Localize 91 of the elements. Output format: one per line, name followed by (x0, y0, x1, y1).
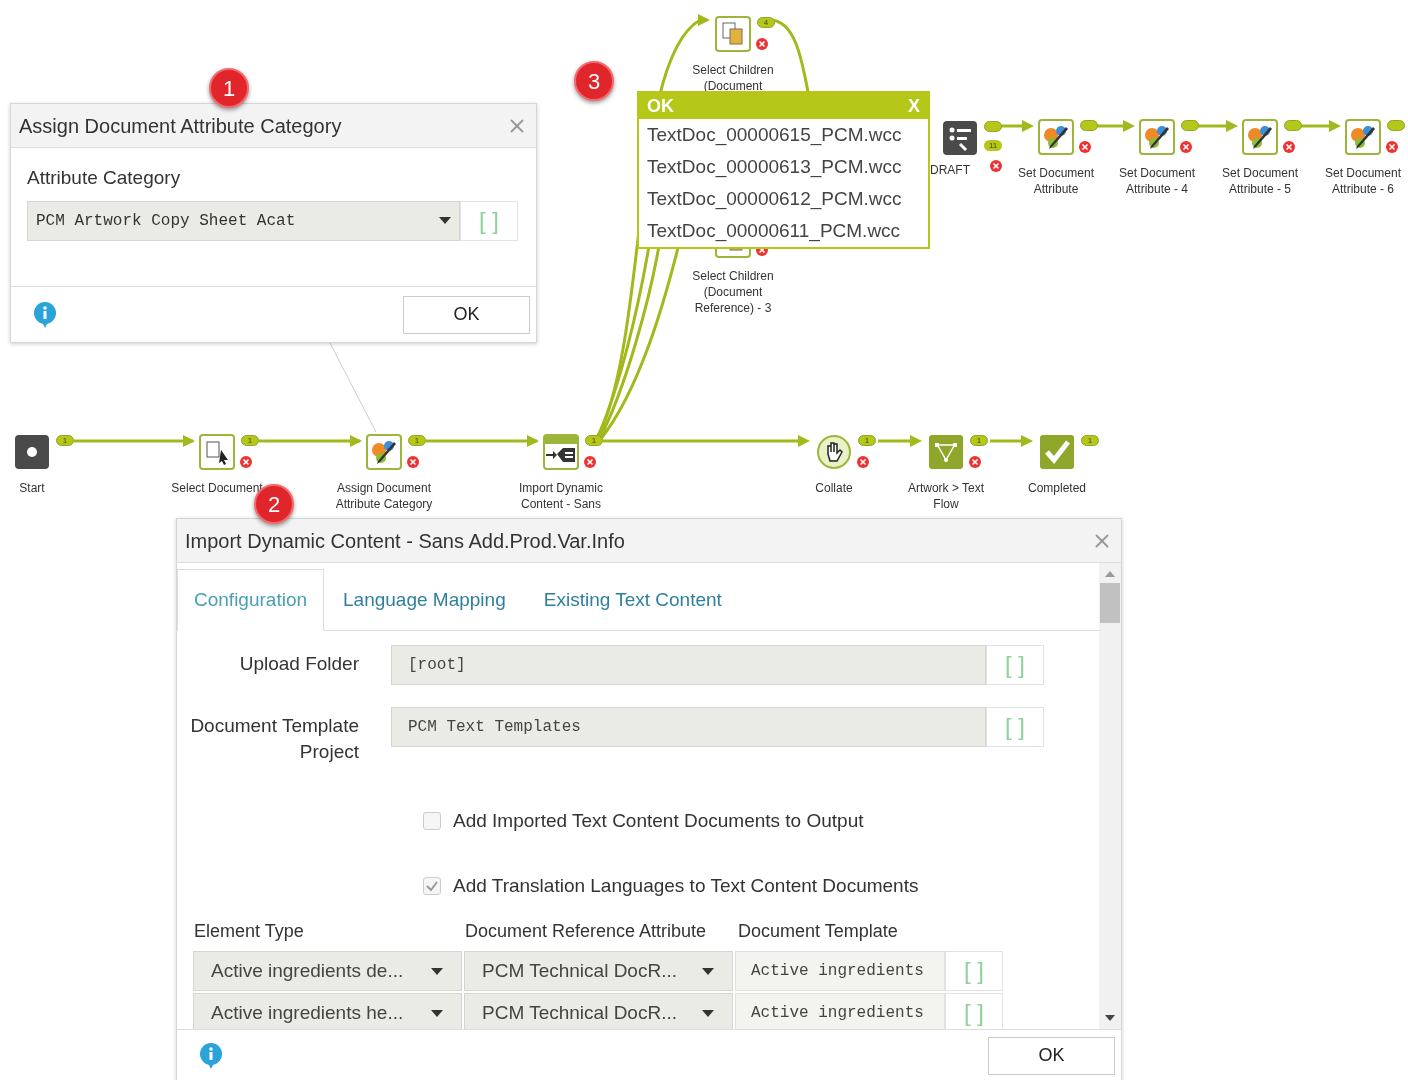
palette-pencil-icon[interactable] (1139, 119, 1175, 155)
node-label: DRAFT (930, 162, 970, 178)
node-label: Select Children (Document Reference) - 3 (691, 268, 775, 316)
output-port[interactable] (1387, 120, 1405, 131)
hand-icon[interactable] (816, 434, 852, 470)
result-item[interactable]: TextDoc_00000612_PCM.wcc (639, 183, 928, 215)
node-label: Completed (1027, 480, 1087, 496)
result-item[interactable]: TextDoc_00000613_PCM.wcc (639, 151, 928, 183)
connector-arrow (1197, 120, 1238, 132)
checkmark-icon[interactable] (1039, 434, 1075, 470)
checkbox-label: Add Translation Languages to Text Content Documents (453, 873, 919, 898)
dropdown[interactable]: Active ingredients he... (193, 993, 462, 1029)
field-label: Upload Folder (238, 652, 360, 676)
count-pill: 11 (984, 140, 1003, 151)
scroll-up-icon[interactable] (1105, 571, 1115, 577)
output-port[interactable] (984, 121, 1002, 132)
caret-icon (431, 1009, 443, 1017)
output-port[interactable]: 1 (970, 435, 988, 446)
output-port[interactable]: 1 (241, 435, 259, 446)
output-port[interactable] (1080, 120, 1098, 131)
output-port[interactable]: 1 (585, 435, 603, 446)
column-header: Document Template (737, 920, 899, 943)
output-port[interactable] (1284, 120, 1302, 131)
caret-icon (702, 1009, 714, 1017)
flow-diagram-icon[interactable] (928, 434, 964, 470)
tab[interactable]: Language Mapping (324, 569, 525, 631)
output-port[interactable]: 1 (1081, 435, 1099, 446)
node-label: Start (18, 480, 46, 496)
result-item[interactable]: TextDoc_00000615_PCM.wcc (639, 119, 928, 151)
node-label: Select Children (Document (691, 62, 775, 94)
text-field[interactable]: Active ingredients (735, 993, 945, 1029)
node-label: Set Document Attribute (1016, 165, 1095, 197)
dialog-title: Import Dynamic Content - Sans Add.Prod.Var.Info (185, 528, 625, 554)
text-field[interactable]: PCM Text Templates (391, 707, 986, 747)
info-icon[interactable] (197, 1041, 225, 1070)
checklist-icon[interactable] (942, 120, 978, 156)
info-icon[interactable] (31, 300, 59, 329)
output-port[interactable]: 1 (408, 435, 426, 446)
node-label: Assign Document Attribute Category (334, 480, 434, 512)
ok-button[interactable]: OK (403, 295, 530, 334)
tab[interactable]: Configuration (177, 569, 325, 631)
node-label: Artwork > Text Flow (906, 480, 986, 512)
text-field[interactable]: [root] (391, 645, 986, 685)
output-port[interactable]: 1 (858, 435, 876, 446)
scroll-thumb[interactable] (1100, 583, 1120, 623)
connector-arrow (878, 435, 922, 447)
output-port[interactable]: 4 (757, 17, 775, 28)
checkbox[interactable] (423, 876, 441, 895)
node-label: Select Document (170, 480, 264, 496)
node-label: Set Document Attribute - 6 (1323, 165, 1402, 197)
caret-icon (431, 967, 443, 975)
connector-arrow (1300, 120, 1341, 132)
column-header: Element Type (193, 920, 305, 943)
status-label: OK (647, 94, 674, 118)
start-node-icon[interactable] (14, 434, 50, 470)
callout-badge: 3 (574, 61, 614, 101)
dropdown[interactable]: PCM Technical DocR... (464, 951, 733, 991)
callout-badge: 1 (209, 68, 249, 108)
output-port[interactable] (1181, 120, 1199, 131)
document-cursor-icon[interactable] (199, 434, 235, 470)
result-item[interactable]: TextDoc_00000611_PCM.wcc (639, 215, 928, 247)
node-label: Import Dynamic Content - Sans (518, 480, 604, 512)
connector-arrow (1096, 120, 1135, 132)
scroll-down-icon[interactable] (1105, 1015, 1115, 1021)
palette-pencil-icon[interactable] (1242, 119, 1278, 155)
dialog-title: Assign Document Attribute Category (19, 113, 342, 139)
caret-icon (439, 217, 451, 224)
checkbox-label: Add Imported Text Content Documents to Output (453, 809, 864, 833)
node-label: Set Document Attribute - 4 (1117, 165, 1196, 197)
connector-arrow (1000, 120, 1034, 132)
dropdown[interactable]: Active ingredients de... (193, 951, 462, 991)
output-port[interactable]: 1 (56, 435, 74, 446)
checkbox[interactable] (423, 812, 441, 831)
scrollbar[interactable] (1099, 563, 1121, 1029)
palette-pencil-icon[interactable] (366, 434, 402, 470)
node-label: Set Document Attribute - 5 (1220, 165, 1299, 197)
node-label: Collate (814, 480, 854, 496)
select-field[interactable]: PCM Artwork Copy Sheet Acat (27, 200, 460, 241)
palette-pencil-icon[interactable] (1345, 119, 1381, 155)
ok-button[interactable]: OK (988, 1036, 1115, 1075)
dropdown[interactable]: PCM Technical DocR... (464, 993, 733, 1029)
field-label: Document Template Project (189, 714, 360, 764)
documents-icon[interactable] (715, 16, 751, 52)
tab[interactable]: Existing Text Content (524, 569, 741, 631)
caret-icon (702, 967, 714, 975)
column-header: Document Reference Attribute (464, 920, 708, 943)
field-label: Attribute Category (27, 166, 182, 190)
import-tag-icon[interactable] (543, 434, 579, 470)
palette-pencil-icon[interactable] (1038, 119, 1074, 155)
connector-arrow (990, 435, 1033, 447)
text-field[interactable]: Active ingredients (735, 951, 945, 991)
